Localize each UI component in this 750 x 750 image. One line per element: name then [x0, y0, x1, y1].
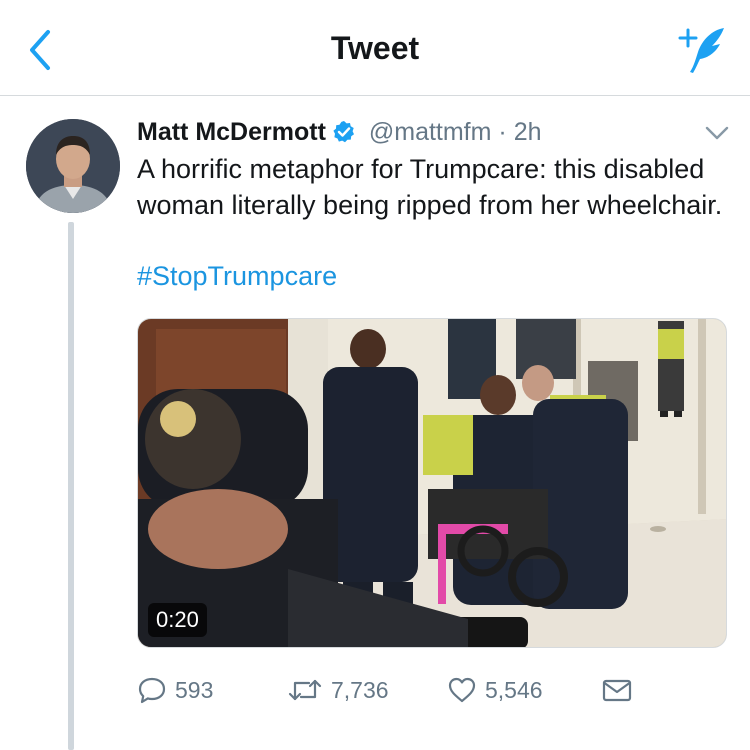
tweet-timestamp: 2h — [513, 118, 542, 146]
heart-icon — [447, 675, 477, 705]
thread-line — [68, 222, 74, 750]
reply-count: 593 — [175, 676, 214, 703]
reply-icon — [137, 675, 167, 705]
video-thumbnail — [138, 319, 726, 647]
direct-message-button[interactable] — [601, 668, 633, 712]
retweet-count: 7,736 — [331, 676, 389, 703]
chevron-down-icon[interactable] — [704, 120, 730, 146]
like-button[interactable]: 5,546 — [447, 668, 543, 712]
navigation-bar: Tweet — [0, 0, 750, 96]
video-duration: 0:20 — [148, 603, 207, 637]
author-handle[interactable]: @mattmfm — [369, 118, 492, 146]
reply-button[interactable]: 593 — [137, 668, 213, 712]
tweet-text: A horrific metaphor for Trumpcare: this … — [137, 154, 723, 220]
like-count: 5,546 — [485, 676, 543, 703]
video-player[interactable]: 0:20 — [137, 318, 727, 648]
tweet-actions: 593 7,736 5,546 — [137, 668, 727, 712]
compose-tweet-icon[interactable] — [674, 22, 730, 78]
retweet-icon — [287, 675, 323, 705]
direct-message-icon — [601, 675, 633, 705]
page-title: Tweet — [330, 30, 420, 66]
verified-badge-icon — [332, 120, 356, 144]
retweet-button[interactable]: 7,736 — [287, 668, 389, 712]
hashtag-link[interactable]: #StopTrumpcare — [137, 258, 337, 294]
tweet-header: Matt McDermott @mattmfm · 2h — [137, 116, 542, 148]
separator-dot: · — [498, 118, 507, 146]
author-name[interactable]: Matt McDermott — [137, 118, 326, 146]
avatar[interactable] — [26, 119, 120, 213]
